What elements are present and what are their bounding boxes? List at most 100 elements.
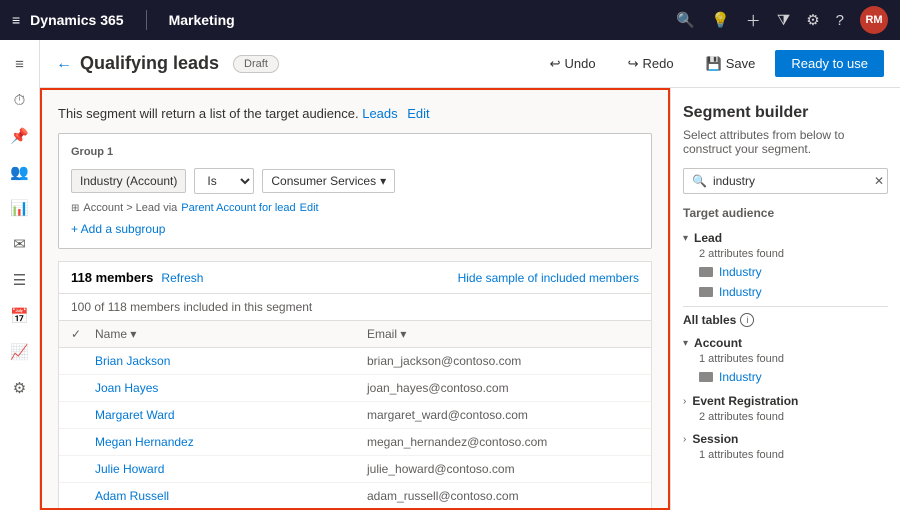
redo-button[interactable]: ↪ Redo [616, 50, 686, 78]
brand: ≡ Dynamics 365 Marketing [12, 10, 235, 30]
table-row: Joan Hayes joan_hayes@contoso.com [59, 375, 651, 402]
member-name-link[interactable]: Julie Howard [95, 462, 164, 476]
sidebar-menu-icon[interactable]: ≡ [4, 48, 36, 80]
undo-icon: ↩ [550, 56, 561, 72]
member-email: joan_hayes@contoso.com [367, 381, 639, 395]
plus-icon[interactable]: ＋ [746, 10, 761, 31]
account-label: Account [694, 336, 742, 350]
panel-desc: Select attributes from below to construc… [683, 128, 888, 156]
sidebar-tasks-icon[interactable]: ☰ [4, 264, 36, 296]
leads-link[interactable]: Leads [362, 106, 397, 121]
sidebar-segments-icon[interactable]: 📊 [4, 192, 36, 224]
search-icon: 🔍 [692, 174, 707, 188]
filter-value[interactable]: Consumer Services ▾ [262, 169, 395, 193]
refresh-link[interactable]: Refresh [161, 271, 203, 285]
session-label: Session [692, 432, 738, 446]
filter-value-chevron: ▾ [380, 174, 386, 188]
sidebar-recent-icon[interactable]: ⏱ [4, 84, 36, 116]
event-reg-tree-header[interactable]: › Event Registration [683, 391, 888, 411]
save-button[interactable]: 💾 Save [694, 50, 768, 78]
info-icon[interactable]: i [740, 313, 754, 327]
email-col-header[interactable]: Email ▾ [367, 327, 639, 341]
chevron-down-icon: ▾ [683, 233, 688, 244]
table-row: Megan Hernandez megan_hernandez@contoso.… [59, 429, 651, 456]
search-box: 🔍 ✕ [683, 168, 888, 194]
lead-industry-attr-1[interactable]: Industry [683, 262, 888, 282]
left-sidebar: ≡ ⏱ 📌 👥 📊 ✉ ☰ 📅 📈 ⚙ [0, 40, 40, 510]
breadcrumb-edit-link[interactable]: Edit [300, 202, 319, 214]
search-input[interactable] [713, 174, 868, 188]
module-name: Marketing [169, 12, 235, 28]
sidebar-analytics-icon[interactable]: 📈 [4, 336, 36, 368]
add-subgroup-button[interactable]: + Add a subgroup [71, 222, 639, 236]
lead-tree-header[interactable]: ▾ Lead [683, 228, 888, 248]
member-name-link[interactable]: Megan Hernandez [95, 435, 194, 449]
member-email: margaret_ward@contoso.com [367, 408, 639, 422]
account-tree-header[interactable]: ▾ Account [683, 333, 888, 353]
tree-section-account: ▾ Account 1 attributes found Industry [683, 333, 888, 387]
breadcrumb-path: ⊞ Account > Lead via Parent Account for … [71, 202, 639, 214]
top-navigation: ≡ Dynamics 365 Marketing 🔍 💡 ＋ ⧩ ⚙ ? RM [0, 0, 900, 40]
member-name: Megan Hernandez [95, 435, 367, 449]
event-reg-label: Event Registration [692, 394, 798, 408]
brand-name: Dynamics 365 [30, 12, 123, 28]
hide-members-link[interactable]: Hide sample of included members [458, 271, 639, 285]
user-avatar[interactable]: RM [860, 6, 888, 34]
tree-section-event-reg: › Event Registration 2 attributes found [683, 391, 888, 425]
clear-search-icon[interactable]: ✕ [874, 174, 884, 188]
redo-icon: ↪ [628, 56, 639, 72]
sidebar-pinned-icon[interactable]: 📌 [4, 120, 36, 152]
member-name-link[interactable]: Joan Hayes [95, 381, 158, 395]
event-reg-sub: 2 attributes found [683, 411, 888, 425]
lead-industry-attr-2[interactable]: Industry [683, 282, 888, 302]
attribute-icon [699, 287, 713, 297]
segment-description: This segment will return a list of the t… [58, 106, 652, 121]
check-col-header: ✓ [71, 327, 95, 341]
filter-icon[interactable]: ⧩ [777, 12, 790, 29]
main-content: ← Qualifying leads Draft ↩ Undo ↪ Redo 💾… [40, 40, 900, 510]
ready-button[interactable]: Ready to use [775, 50, 884, 77]
group-label: Group 1 [71, 146, 639, 158]
tree-section-session: › Session 1 attributes found [683, 429, 888, 463]
command-bar: ← Qualifying leads Draft ↩ Undo ↪ Redo 💾… [40, 40, 900, 88]
member-email: adam_russell@contoso.com [367, 489, 639, 503]
member-name-link[interactable]: Brian Jackson [95, 354, 170, 368]
member-name-link[interactable]: Adam Russell [95, 489, 169, 503]
member-name: Julie Howard [95, 462, 367, 476]
member-email: megan_hernandez@contoso.com [367, 435, 639, 449]
table-row: Julie Howard julie_howard@contoso.com [59, 456, 651, 483]
edit-link[interactable]: Edit [407, 106, 429, 121]
right-panel: Segment builder Select attributes from b… [670, 88, 900, 510]
table-row: Margaret Ward margaret_ward@contoso.com [59, 402, 651, 429]
chevron-right-icon: › [683, 434, 686, 445]
name-col-header[interactable]: Name ▾ [95, 327, 367, 341]
members-info: 100 of 118 members included in this segm… [59, 294, 651, 321]
account-industry-attr[interactable]: Industry [683, 367, 888, 387]
search-icon[interactable]: 🔍 [676, 11, 695, 29]
sidebar-settings-icon[interactable]: ⚙ [4, 372, 36, 404]
settings-icon[interactable]: ⚙ [806, 11, 819, 29]
filter-operator[interactable]: Is [194, 168, 254, 194]
filter-field[interactable]: Industry (Account) [71, 169, 186, 193]
back-button[interactable]: ← [56, 55, 72, 73]
page-title: Qualifying leads [80, 53, 219, 74]
undo-button[interactable]: ↩ Undo [538, 50, 608, 78]
tree-section-lead: ▾ Lead 2 attributes found Industry Indus… [683, 228, 888, 302]
segment-area: This segment will return a list of the t… [40, 88, 670, 510]
sidebar-email-icon[interactable]: ✉ [4, 228, 36, 260]
table-header: ✓ Name ▾ Email ▾ [59, 321, 651, 348]
parent-account-link[interactable]: Parent Account for lead [181, 202, 295, 214]
sidebar-contacts-icon[interactable]: 👥 [4, 156, 36, 188]
table-row: Adam Russell adam_russell@contoso.com [59, 483, 651, 510]
sidebar-calendar-icon[interactable]: 📅 [4, 300, 36, 332]
members-section: 118 members Refresh Hide sample of inclu… [58, 261, 652, 510]
lightbulb-icon[interactable]: 💡 [711, 11, 730, 29]
target-audience-label: Target audience [683, 206, 888, 220]
chevron-down-icon: ▾ [683, 338, 688, 349]
help-icon[interactable]: ? [836, 12, 844, 29]
member-name: Brian Jackson [95, 354, 367, 368]
hamburger-icon[interactable]: ≡ [12, 12, 20, 28]
member-name-link[interactable]: Margaret Ward [95, 408, 175, 422]
session-tree-header[interactable]: › Session [683, 429, 888, 449]
all-tables-header: All tables i [683, 306, 888, 333]
